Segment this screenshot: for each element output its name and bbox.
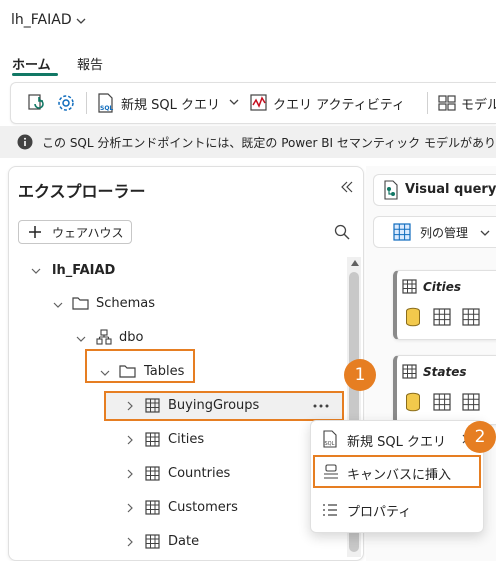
table-icon[interactable] (433, 393, 451, 411)
table-icon (145, 500, 160, 515)
collapsed-chevron-icon[interactable] (127, 401, 133, 411)
expanded-chevron-icon[interactable] (31, 268, 41, 274)
ribbon-divider (427, 92, 428, 114)
tab-home-indicator (12, 73, 58, 76)
svg-text:SQL: SQL (100, 105, 113, 112)
manage-columns-icon (393, 223, 411, 241)
new-sql-query-icon: SQL (322, 430, 338, 448)
table-icon (145, 534, 160, 549)
workspace-name[interactable]: lh_FAIAD (11, 12, 72, 28)
menu-item-new-sql-query[interactable]: 新規 SQL クエリ (347, 431, 446, 450)
settings-gear-icon[interactable] (56, 93, 76, 113)
table-icon (145, 466, 160, 481)
properties-icon (322, 502, 338, 518)
tree-table-item[interactable]: Date (168, 534, 199, 549)
new-sql-query-icon: SQL (96, 92, 116, 114)
tree-table-item[interactable]: BuyingGroups (168, 398, 259, 413)
tree-schemas[interactable]: Schemas (96, 296, 155, 311)
banner-text: この SQL 分析エンドポイントには、既定の Power BI セマンティック … (42, 136, 496, 150)
collapse-panel-icon[interactable] (341, 181, 353, 193)
database-icon[interactable] (405, 392, 421, 412)
ribbon-divider (86, 92, 87, 114)
collapsed-chevron-icon[interactable] (127, 469, 133, 479)
query-activity-icon (249, 93, 271, 113)
callout-badge: 2 (464, 421, 496, 453)
title-bar (0, 0, 496, 44)
folder-icon (72, 295, 90, 311)
visual-query-icon (383, 180, 399, 200)
tab-home[interactable]: ホーム (12, 54, 51, 73)
model-button[interactable]: モデル (461, 94, 496, 113)
card-title: Cities (423, 280, 462, 294)
callout-badge: 1 (344, 359, 376, 391)
refresh-icon[interactable] (26, 93, 46, 113)
tree-root-lakehouse[interactable]: lh_FAIAD (52, 263, 115, 278)
tree-tables[interactable]: Tables (144, 364, 184, 379)
plus-icon (28, 225, 42, 239)
tree-table-item[interactable]: Countries (168, 466, 230, 481)
schema-icon (96, 329, 112, 345)
query-activity-button[interactable]: クエリ アクティビティ (273, 94, 405, 113)
collapsed-chevron-icon[interactable] (127, 503, 133, 513)
tree-table-item[interactable]: Customers (168, 500, 238, 515)
info-icon (17, 134, 33, 150)
svg-text:SQL: SQL (325, 441, 335, 447)
chevron-down-icon[interactable] (229, 99, 239, 105)
menu-item-properties[interactable]: プロパティ (347, 501, 411, 520)
table-icon (402, 279, 417, 294)
table-icon[interactable] (462, 393, 480, 411)
tab-report[interactable]: 報告 (77, 54, 103, 73)
table-icon (402, 364, 417, 379)
collapsed-chevron-icon[interactable] (127, 537, 133, 547)
scroll-up-icon[interactable] (351, 260, 359, 266)
manage-columns-label: 列の管理 (420, 226, 469, 240)
new-sql-query-button[interactable]: 新規 SQL クエリ (121, 94, 220, 113)
tree-dbo[interactable]: dbo (119, 330, 143, 345)
table-icon (145, 432, 160, 447)
database-icon[interactable] (405, 307, 421, 327)
card-title: States (423, 365, 467, 379)
chevron-down-icon[interactable] (480, 230, 490, 236)
expanded-chevron-icon[interactable] (100, 370, 110, 376)
table-icon[interactable] (462, 308, 480, 326)
folder-icon (119, 363, 137, 379)
explorer-title: エクスプローラー (18, 182, 146, 201)
menu-item-insert-into-canvas[interactable]: キャンバスに挿入 (347, 464, 451, 483)
visual-query-tab-label[interactable]: Visual query 1 (405, 182, 496, 197)
expanded-chevron-icon[interactable] (76, 336, 86, 342)
chevron-down-icon[interactable] (76, 18, 86, 24)
table-icon[interactable] (433, 308, 451, 326)
expanded-chevron-icon[interactable] (53, 302, 63, 308)
table-icon (145, 398, 160, 413)
search-icon[interactable] (334, 224, 350, 240)
collapsed-chevron-icon[interactable] (127, 435, 133, 445)
add-warehouse-label: ウェアハウス (52, 226, 124, 240)
more-options-icon[interactable] (313, 404, 329, 408)
model-layout-icon (437, 93, 457, 113)
tree-table-item[interactable]: Cities (168, 432, 204, 447)
insert-into-canvas-icon (323, 464, 339, 480)
